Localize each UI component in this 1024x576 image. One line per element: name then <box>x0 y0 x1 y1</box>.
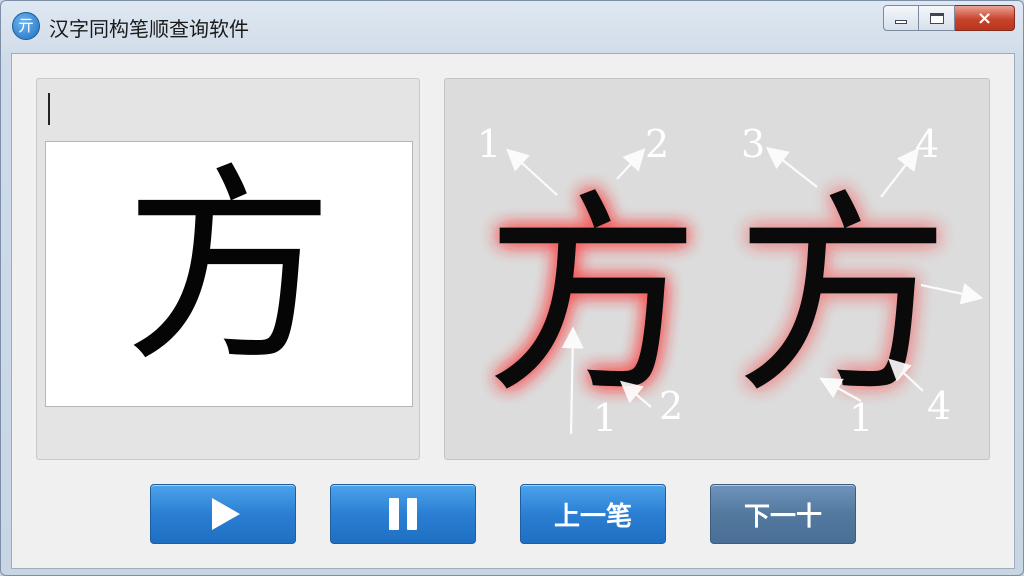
app-window: 亓 汉字同构笔顺查询软件 × 方 方 方 方 方 1 2 3 4 1 2 1 4… <box>0 0 1024 576</box>
stroke-label-bottom-3: 1 <box>849 396 873 440</box>
stroke-label-top-2: 2 <box>645 122 669 166</box>
text-caret <box>48 93 50 125</box>
stroke-animation-canvas: 方 方 方 方 1 2 3 4 1 2 1 4 <box>477 122 984 440</box>
stroke-label-top-3: 3 <box>741 122 765 166</box>
minimize-button[interactable] <box>883 5 919 31</box>
maximize-button[interactable] <box>919 5 955 31</box>
input-panel: 方 <box>36 78 420 460</box>
play-button[interactable] <box>150 484 296 544</box>
app-icon: 亓 <box>12 12 40 40</box>
previous-stroke-label: 上一笔 <box>553 501 632 532</box>
close-button[interactable]: × <box>955 5 1015 31</box>
stroke-label-top-1: 1 <box>477 122 501 166</box>
maximize-icon <box>929 12 944 24</box>
stroke-label-bottom-2: 2 <box>659 384 683 428</box>
play-icon <box>212 498 240 530</box>
character-input[interactable] <box>45 87 405 127</box>
stroke-label-top-4: 4 <box>915 122 939 166</box>
next-stroke-button[interactable]: 下一十 <box>710 484 856 544</box>
close-icon: × <box>976 7 993 29</box>
stroke-label-bottom-4: 4 <box>927 384 951 428</box>
pause-icon <box>389 498 417 530</box>
title-bar[interactable]: 亓 汉字同构笔顺查询软件 × <box>1 1 1023 51</box>
previous-stroke-button[interactable]: 上一笔 <box>520 484 666 544</box>
client-area: 方 方 方 方 方 1 2 3 4 1 2 1 4 上一笔 下一十 <box>11 53 1015 569</box>
minimize-icon <box>895 20 907 24</box>
next-stroke-label: 下一十 <box>743 501 822 532</box>
stroke-label-bottom-1: 1 <box>593 396 617 440</box>
window-controls: × <box>883 5 1015 31</box>
preview-character: 方 <box>123 145 334 390</box>
right-animated-glyph: 方 <box>735 171 950 422</box>
pause-button[interactable] <box>330 484 476 544</box>
playback-controls: 上一笔 下一十 <box>12 484 1014 544</box>
window-title: 汉字同构笔顺查询软件 <box>49 17 249 41</box>
stroke-animation-panel: 方 方 方 方 1 2 3 4 1 2 1 4 <box>444 78 990 460</box>
character-preview: 方 <box>45 141 413 407</box>
